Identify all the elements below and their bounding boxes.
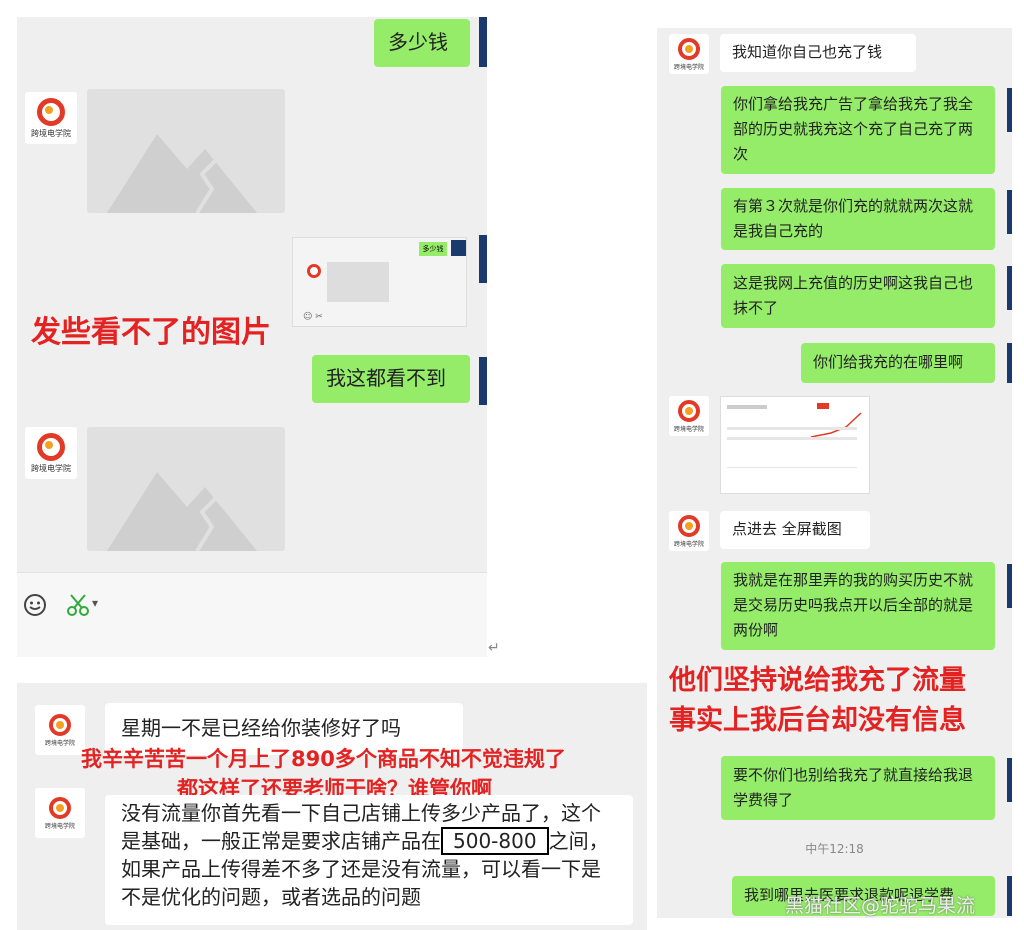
highlight-box: 500-800 <box>441 827 549 855</box>
thumb-toolbar-icons: ☺ ✂ <box>303 312 323 322</box>
smile-face-icon <box>24 594 46 616</box>
avatar-label: 跨境电学院 <box>31 463 71 473</box>
self-avatar[interactable] <box>479 235 487 283</box>
scissors-icon <box>67 594 89 616</box>
self-avatar[interactable] <box>1007 564 1012 608</box>
thumb-avatar <box>451 240 466 256</box>
message-bubble-sent[interactable]: 多少钱 <box>374 19 470 67</box>
contact-avatar[interactable]: 跨境电学院 <box>35 788 85 838</box>
screenshot-button[interactable]: ▾ <box>65 592 105 618</box>
self-avatar[interactable] <box>1007 88 1012 132</box>
message-bubble-received[interactable]: 没有流量你首先看一下自己店铺上传多少产品了，这个是基础，一般正常是要求店铺产品在… <box>105 795 633 925</box>
contact-avatar[interactable]: 跨境电学院 <box>669 511 709 551</box>
thumb-contact-avatar <box>307 264 321 278</box>
message-bubble-received[interactable]: 点进去 全屏截图 <box>720 511 870 549</box>
broken-image-icon <box>107 472 257 551</box>
avatar-label: 跨境电学院 <box>44 822 75 830</box>
thumb-row <box>727 437 857 440</box>
message-text: 点进去 全屏截图 <box>732 520 842 538</box>
self-avatar[interactable] <box>1007 343 1012 383</box>
contact-avatar[interactable]: 跨境电学院 <box>25 92 77 144</box>
chat-panel-top-left: 多少钱 跨境电学院 多少钱 ☺ ✂ 发些看不了的图片 我这都看不到 跨境电学院 … <box>17 17 487 657</box>
received-screenshot[interactable] <box>720 396 870 494</box>
thumb-row <box>727 427 857 430</box>
thumb-message: 多少钱 <box>419 242 447 256</box>
self-avatar[interactable] <box>1007 266 1012 310</box>
message-bubble-received[interactable]: 我知道你自己也充了钱 <box>720 34 916 72</box>
annotation-text: 我辛辛苦苦一个月上了890多个商品不知不觉违规了 <box>81 747 566 771</box>
message-bubble-sent[interactable]: 这是我网上充值的历史啊这我自己也抹不了 <box>721 264 995 328</box>
contact-avatar[interactable]: 跨境电学院 <box>669 396 709 436</box>
image-placeholder[interactable] <box>87 427 285 551</box>
avatar-label: 跨境电学院 <box>44 739 75 747</box>
message-bubble-sent[interactable]: 我这都看不到 <box>312 355 470 403</box>
contact-avatar[interactable]: 跨境电学院 <box>669 34 709 74</box>
annotation-text: 他们坚持说给我充了流量 <box>669 665 966 696</box>
message-text: 你们给我充的在哪里啊 <box>813 353 964 371</box>
message-timestamp: 中午12:18 <box>805 842 864 856</box>
avatar-label: 跨境电学院 <box>31 128 71 138</box>
avatar-label: 跨境电学院 <box>673 540 704 548</box>
avatar-label: 跨境电学院 <box>673 63 704 71</box>
broken-image-icon <box>107 134 257 213</box>
self-avatar[interactable] <box>1007 190 1012 234</box>
message-text: 要不你们也别给我充了就直接给我退学费得了 <box>733 766 974 809</box>
self-avatar[interactable] <box>1007 876 1012 916</box>
message-bubble-sent[interactable]: 你们拿给我充广告了拿给我充了我全部的历史就我充这个充了自己充了两次 <box>721 86 995 174</box>
message-bubble-sent[interactable]: 我就是在那里弄的我的购买历史不就是交易历史吗我点开以后全部的就是两份啊 <box>721 562 995 650</box>
chat-panel-bottom-left: 跨境电学院 星期一不是已经给你装修好了吗 我辛辛苦苦一个月上了890多个商品不知… <box>17 683 647 930</box>
self-avatar[interactable] <box>479 357 487 405</box>
message-bubble-sent[interactable]: 你们给我充的在哪里啊 <box>801 343 995 383</box>
message-bubble-sent[interactable]: 要不你们也别给我充了就直接给我退学费得了 <box>721 756 995 820</box>
chevron-down-icon[interactable]: ▾ <box>92 596 98 610</box>
annotation-text: 发些看不了的图片 <box>31 315 271 350</box>
message-text: 你们拿给我充广告了拿给我充了我全部的历史就我充这个充了自己充了两次 <box>733 95 974 163</box>
thumb-image-placeholder <box>327 262 389 302</box>
annotation-text: 事实上我后台却没有信息 <box>669 705 966 736</box>
message-text: 我就是在那里弄的我的购买历史不就是交易历史吗我点开以后全部的就是两份啊 <box>733 571 974 639</box>
contact-avatar[interactable]: 跨境电学院 <box>25 427 77 479</box>
message-text: 有第３次就是你们充的就就两次这就是我自己充的 <box>733 197 974 240</box>
enter-icon: ↵ <box>488 640 500 656</box>
chat-panel-right: 跨境电学院 我知道你自己也充了钱 你们拿给我充广告了拿给我充了我全部的历史就我充… <box>657 28 1012 918</box>
emoji-button[interactable] <box>23 593 47 617</box>
self-avatar[interactable] <box>479 17 487 67</box>
message-text: 我知道你自己也充了钱 <box>732 43 883 61</box>
message-text: 这是我网上充值的历史啊这我自己也抹不了 <box>733 274 974 317</box>
avatar-label: 跨境电学院 <box>673 425 704 433</box>
image-placeholder[interactable] <box>87 89 285 213</box>
self-avatar[interactable] <box>1007 758 1012 802</box>
forwarded-screenshot[interactable]: 多少钱 ☺ ✂ <box>292 237 467 327</box>
input-toolbar: ▾ <box>17 572 487 657</box>
thumb-row <box>727 467 857 468</box>
message-bubble-sent[interactable]: 有第３次就是你们充的就就两次这就是我自己充的 <box>721 188 995 250</box>
watermark: 黑猫社区@驼驼马果流 <box>785 895 976 917</box>
message-text: 星期一不是已经给你装修好了吗 <box>121 716 401 740</box>
contact-avatar[interactable]: 跨境电学院 <box>35 705 85 755</box>
